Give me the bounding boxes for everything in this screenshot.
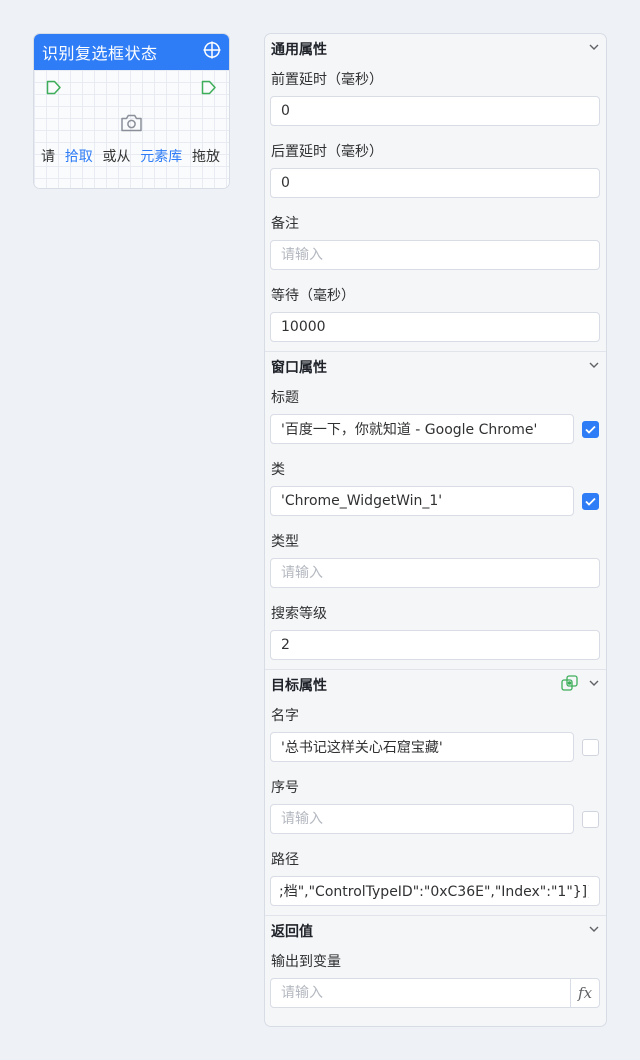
window-type-input[interactable] xyxy=(270,558,600,588)
post-delay-label: 后置延时（毫秒） xyxy=(271,144,383,160)
pre-delay-label: 前置延时（毫秒） xyxy=(271,72,383,88)
element-pick-hint: 请 拾取 或从 元素库 拖放 xyxy=(34,146,229,166)
window-class-checkbox[interactable] xyxy=(582,492,599,510)
hint-please: 请 xyxy=(41,149,55,165)
check-icon xyxy=(585,497,596,506)
target-index-checkbox[interactable] xyxy=(582,810,599,828)
target-path-input[interactable] xyxy=(270,876,600,906)
window-class-input[interactable] xyxy=(270,486,574,516)
link-target-icon[interactable] xyxy=(561,675,578,695)
chevron-down-icon[interactable] xyxy=(588,41,600,57)
section-return-title: 返回值 xyxy=(271,924,313,940)
section-general-title: 通用属性 xyxy=(271,42,327,58)
node-card[interactable]: 识别复选框状态 请 拾取 或从 元素库 拖放 xyxy=(33,33,230,189)
window-title-checkbox[interactable] xyxy=(582,420,599,438)
window-class-label: 类 xyxy=(271,462,285,478)
section-target-title: 目标属性 xyxy=(271,678,327,694)
target-path-label: 路径 xyxy=(271,852,299,868)
node-body: 请 拾取 或从 元素库 拖放 xyxy=(34,70,229,188)
window-title-input[interactable] xyxy=(270,414,574,444)
target-index-label: 序号 xyxy=(271,780,299,796)
hint-or-from: 或从 xyxy=(102,149,131,165)
search-level-label: 搜索等级 xyxy=(271,606,327,622)
section-window-title: 窗口属性 xyxy=(271,360,327,376)
target-index-input[interactable] xyxy=(270,804,574,834)
chevron-down-icon[interactable] xyxy=(588,923,600,939)
wait-input[interactable] xyxy=(270,312,600,342)
port-in-icon[interactable] xyxy=(46,80,62,99)
chevron-down-icon[interactable] xyxy=(588,359,600,375)
element-library-link[interactable]: 元素库 xyxy=(140,146,182,166)
node-header[interactable]: 识别复选框状态 xyxy=(34,34,229,70)
section-general-header[interactable]: 通用属性 xyxy=(265,34,606,64)
output-variable-input[interactable] xyxy=(271,979,571,1007)
target-name-input[interactable] xyxy=(270,732,574,762)
post-delay-input[interactable] xyxy=(270,168,600,198)
section-target-header[interactable]: 目标属性 xyxy=(265,670,606,700)
pick-link[interactable]: 拾取 xyxy=(65,146,93,166)
note-label: 备注 xyxy=(271,216,299,232)
output-variable-field: fx xyxy=(270,978,600,1008)
output-variable-label: 输出到变量 xyxy=(271,954,341,970)
note-input[interactable] xyxy=(270,240,600,270)
fx-button[interactable]: fx xyxy=(570,979,599,1007)
target-name-label: 名字 xyxy=(271,708,299,724)
port-out-icon[interactable] xyxy=(201,80,217,99)
search-level-input[interactable] xyxy=(270,630,600,660)
section-return-header[interactable]: 返回值 xyxy=(265,916,606,946)
wait-label: 等待（毫秒） xyxy=(271,288,355,304)
hint-drag: 拖放 xyxy=(192,149,220,165)
window-title-label: 标题 xyxy=(271,390,299,406)
node-title: 识别复选框状态 xyxy=(42,44,158,63)
section-window-header[interactable]: 窗口属性 xyxy=(265,352,606,382)
property-panel: 通用属性 前置延时（毫秒） 后置延时（毫秒） 备注 等待（毫秒） 窗口属性 标题… xyxy=(264,33,607,1027)
window-type-label: 类型 xyxy=(271,534,299,550)
pre-delay-input[interactable] xyxy=(270,96,600,126)
check-icon xyxy=(585,425,596,434)
chevron-down-icon[interactable] xyxy=(588,677,600,693)
target-name-checkbox[interactable] xyxy=(582,738,599,756)
crosshair-icon[interactable] xyxy=(203,41,221,63)
camera-icon xyxy=(120,113,143,137)
